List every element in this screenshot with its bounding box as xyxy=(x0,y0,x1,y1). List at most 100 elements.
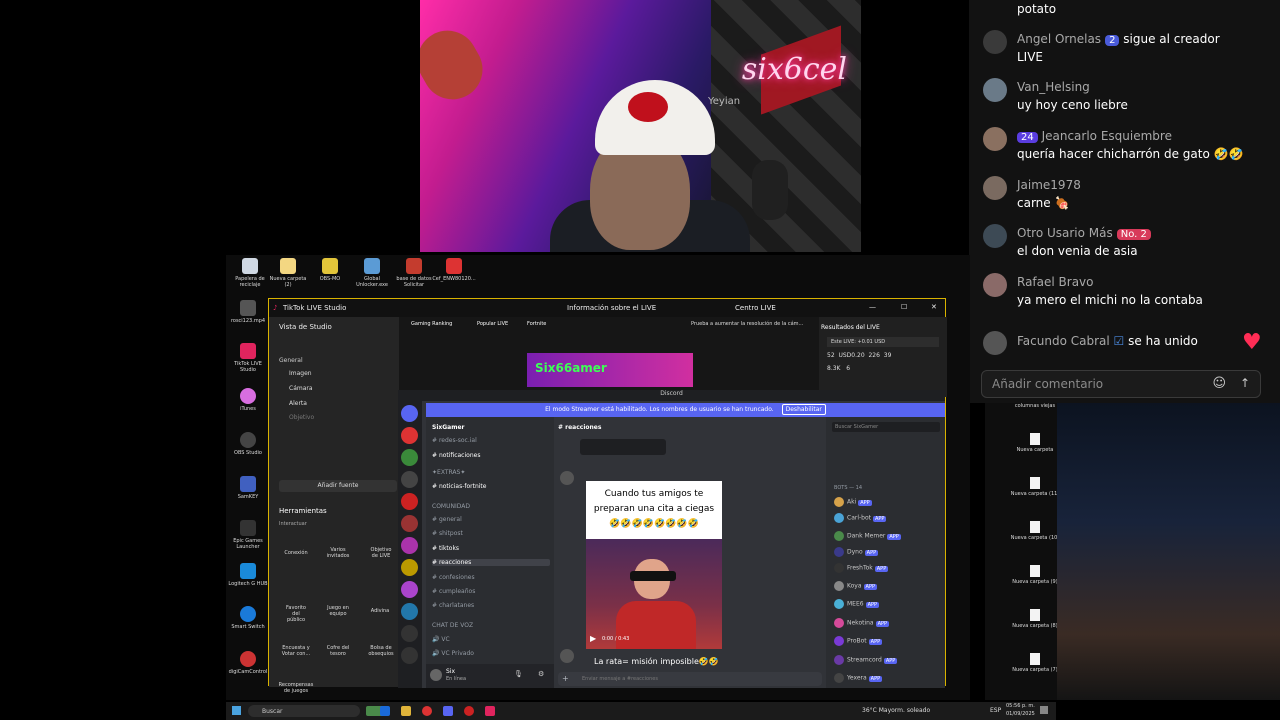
tool-gift-bag[interactable]: Bolsa de obsequios xyxy=(367,645,395,657)
tab-gaming-ranking[interactable]: Gaming Ranking xyxy=(411,321,452,327)
chrome-icon[interactable] xyxy=(422,706,432,716)
channel-item[interactable]: # confesiones xyxy=(432,574,475,581)
tool-guess[interactable]: Adivina xyxy=(367,608,393,614)
category-label[interactable]: CHAT DE VOZ xyxy=(432,622,473,629)
tool-game-rewards[interactable]: Recompensas de juegos xyxy=(277,682,315,694)
file-explorer-icon[interactable] xyxy=(401,706,411,716)
member-item[interactable]: ProBot APP xyxy=(834,636,883,646)
channel-item[interactable]: # noticias-fortnite xyxy=(432,483,486,490)
voice-channel[interactable]: 🔊 VC Privado xyxy=(432,650,474,657)
play-icon[interactable]: ▶ xyxy=(590,634,596,643)
add-source-button[interactable]: Añadir fuente xyxy=(279,480,397,492)
maximize-icon[interactable]: ☐ xyxy=(901,303,907,311)
discord-icon[interactable] xyxy=(443,706,453,716)
tool-connection[interactable]: Conexión xyxy=(283,550,309,556)
member-item[interactable]: Nekotina APP xyxy=(834,618,890,628)
source-image[interactable]: Imagen xyxy=(289,370,312,377)
edge-icon[interactable] xyxy=(380,706,390,716)
tiktok-live-icon[interactable] xyxy=(485,706,495,716)
member-item[interactable]: Dank Memer APP xyxy=(834,531,901,541)
desktop-icon[interactable]: OBS Studio xyxy=(226,432,270,456)
server-icon[interactable] xyxy=(401,647,418,664)
desktop-icon[interactable]: Smart Switch xyxy=(226,606,270,630)
folder-item[interactable]: columnas viejas xyxy=(1005,403,1065,409)
weather-widget[interactable]: 36°C Mayorm. soleado xyxy=(862,707,930,714)
desktop-icon[interactable]: digiCamControl xyxy=(226,651,270,675)
category-label[interactable]: COMUNIDAD xyxy=(432,503,470,510)
voice-channel[interactable]: 🔊 VC xyxy=(432,636,450,643)
tool-poll[interactable]: Encuesta y Votar con... xyxy=(281,645,311,657)
notification-icon[interactable] xyxy=(1040,706,1048,714)
source-alert[interactable]: Alerta xyxy=(289,400,307,407)
close-icon[interactable]: ✕ xyxy=(931,303,937,311)
desktop-icon[interactable]: Global Unlocker.exe xyxy=(350,258,394,288)
tool-treasure-chest[interactable]: Cofre del tesoro xyxy=(325,645,351,657)
server-icon[interactable] xyxy=(401,493,418,510)
tool-audience-favorite[interactable]: Favorito del público xyxy=(283,605,309,623)
desktop-icon[interactable]: Cef_ENW80120... xyxy=(432,258,476,282)
tab-fortnite[interactable]: Fortnite xyxy=(527,321,546,327)
clock-date[interactable]: 01/09/2025 xyxy=(1006,711,1035,717)
desktop-icon[interactable]: TikTok LIVE Studio xyxy=(226,343,270,373)
folder-item[interactable]: Nueva carpeta (7) xyxy=(1005,653,1065,673)
source-goal[interactable]: Objetivo xyxy=(289,414,314,421)
send-arrow-icon[interactable]: ↑ xyxy=(1240,376,1250,390)
folder-item[interactable]: Nueva carpeta (10) xyxy=(1005,521,1065,541)
avatar[interactable] xyxy=(560,471,574,485)
centro-live-button[interactable]: Centro LIVE xyxy=(735,304,776,312)
audio-player[interactable] xyxy=(580,439,666,455)
comment-input[interactable]: Añadir comentario ☺ ↑ xyxy=(981,370,1261,398)
app-icon[interactable] xyxy=(464,706,474,716)
desktop-icon[interactable]: iTunes xyxy=(226,388,270,412)
add-attachment-icon[interactable]: + xyxy=(562,674,569,683)
member-item[interactable]: Yexera APP xyxy=(834,673,883,683)
channel-item[interactable]: # cumpleaños xyxy=(432,588,475,595)
member-item[interactable]: Koya APP xyxy=(834,581,877,591)
channel-item[interactable]: # notificaciones xyxy=(432,452,480,459)
member-item[interactable]: Dyno APP xyxy=(834,547,879,557)
desktop-icon[interactable]: rosci123.mp4 xyxy=(226,300,270,324)
tab-popular-live[interactable]: Popular LIVE xyxy=(477,321,508,327)
taskbar-search[interactable]: Buscar xyxy=(248,705,360,717)
search-input[interactable]: Buscar SixGamer xyxy=(832,422,940,432)
tool-multi-guest[interactable]: Varios invitados xyxy=(325,547,351,559)
server-icon[interactable] xyxy=(401,603,418,620)
channel-item[interactable]: # shitpost xyxy=(432,530,463,537)
channel-item-selected[interactable]: # reacciones xyxy=(432,559,550,566)
windows-start-icon[interactable] xyxy=(232,706,241,715)
mic-icon[interactable]: 🎙 xyxy=(514,670,523,678)
gear-icon[interactable]: ⚙ xyxy=(538,670,544,678)
avatar[interactable] xyxy=(560,649,574,663)
folder-item[interactable]: Nueva carpeta (11) xyxy=(1005,477,1065,497)
folder-item[interactable]: Nueva carpeta (8) xyxy=(1005,609,1065,629)
channel-item[interactable]: # tiktoks xyxy=(432,545,459,552)
tool-live-goal[interactable]: Objetivo de LIVE xyxy=(367,547,395,559)
server-icon[interactable] xyxy=(401,559,418,576)
server-icon[interactable] xyxy=(401,581,418,598)
server-icon[interactable] xyxy=(401,449,418,466)
server-icon[interactable] xyxy=(401,471,418,488)
desktop-icon[interactable]: OBS-MO xyxy=(308,258,352,282)
member-item[interactable]: Aki APP xyxy=(834,497,872,507)
language-indicator[interactable]: ESP xyxy=(990,707,1001,714)
category-label[interactable]: ✦EXTRAS✦ xyxy=(432,469,465,476)
server-name[interactable]: SixGamer xyxy=(432,424,465,431)
discord-home-icon[interactable] xyxy=(401,405,418,422)
minimize-icon[interactable]: — xyxy=(869,303,876,311)
channel-item[interactable]: # charlatanes xyxy=(432,602,474,609)
desktop-icon[interactable]: SamKEY xyxy=(226,476,270,500)
message-composer[interactable]: + Enviar mensaje a #reacciones xyxy=(558,672,822,686)
channel-item[interactable]: # general xyxy=(432,516,462,523)
member-item[interactable]: FreshTok APP xyxy=(834,563,889,573)
member-item[interactable]: MEE6 APP xyxy=(834,599,880,609)
emoji-icon[interactable]: ☺ xyxy=(1212,376,1226,391)
server-icon[interactable] xyxy=(401,537,418,554)
results-sub[interactable]: Este LIVE: +0.01 USD xyxy=(827,337,939,347)
server-icon[interactable] xyxy=(401,427,418,444)
folder-item[interactable]: Nueva carpeta xyxy=(1005,433,1065,453)
video-embed[interactable]: Cuando tus amigos te preparan una cita a… xyxy=(586,481,722,649)
avatar[interactable] xyxy=(430,669,442,681)
clock-time[interactable]: 05:56 p. m. xyxy=(1006,703,1035,709)
desktop-icon[interactable]: Nueva carpeta (2) xyxy=(266,258,310,288)
desktop-icon[interactable]: Logitech G HUB xyxy=(226,563,270,587)
